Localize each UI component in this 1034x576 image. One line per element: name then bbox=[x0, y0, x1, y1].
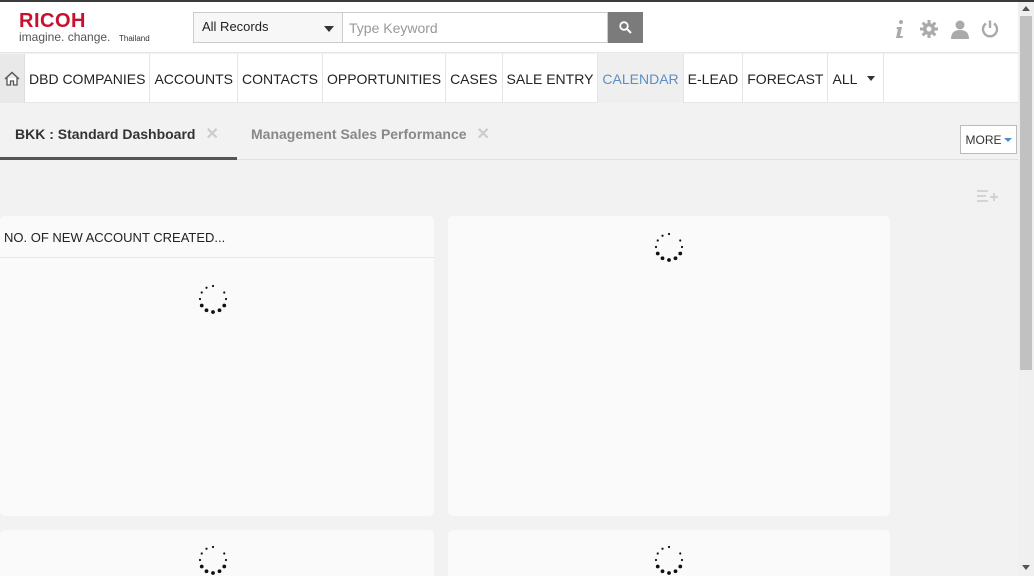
nav-label: DBD COMPANIES bbox=[29, 70, 146, 87]
ricoh-logo[interactable]: RICOH imagine. change. Thailand bbox=[19, 10, 179, 50]
search-icon bbox=[619, 21, 632, 34]
info-icon[interactable] bbox=[889, 18, 911, 40]
logo-region: Thailand bbox=[119, 34, 150, 43]
nav-e-lead[interactable]: E-LEAD bbox=[684, 54, 744, 103]
tab-bkk-standard-dashboard[interactable]: BKK : Standard Dashboard ✕ bbox=[0, 126, 237, 160]
nav-calendar[interactable]: CALENDAR bbox=[598, 54, 684, 103]
logo-tagline: imagine. change. bbox=[19, 30, 111, 44]
nav-label: ACCOUNTS bbox=[154, 70, 233, 87]
dashlet-loading bbox=[0, 530, 434, 576]
dashlet-loading bbox=[448, 216, 890, 516]
nav-all-dropdown[interactable]: ALL bbox=[828, 54, 885, 103]
more-button[interactable]: MORE bbox=[960, 125, 1017, 154]
nav-label: E-LEAD bbox=[687, 70, 739, 87]
nav-sale-entry[interactable]: SALE ENTRY bbox=[503, 54, 599, 103]
loading-spinner-icon bbox=[198, 545, 228, 575]
main-nav: DBD COMPANIES ACCOUNTS CONTACTS OPPORTUN… bbox=[0, 54, 1018, 103]
loading-spinner-icon bbox=[654, 232, 684, 262]
nav-label: CONTACTS bbox=[242, 70, 318, 87]
tab-label: BKK : Standard Dashboard bbox=[15, 126, 196, 142]
nav-opportunities[interactable]: OPPORTUNITIES bbox=[323, 54, 447, 103]
power-icon[interactable] bbox=[979, 18, 1001, 40]
more-label: MORE bbox=[965, 132, 1002, 147]
scroll-down-icon[interactable] bbox=[1022, 565, 1030, 570]
dashboard-tabs: BKK : Standard Dashboard ✕ Management Sa… bbox=[0, 104, 1018, 160]
chevron-down-icon bbox=[1003, 137, 1012, 142]
chevron-down-icon bbox=[867, 76, 876, 81]
home-icon bbox=[4, 71, 20, 86]
search-button[interactable] bbox=[608, 12, 643, 43]
nav-label: SALE ENTRY bbox=[506, 70, 594, 87]
search-scope-select[interactable]: All Records bbox=[193, 12, 343, 43]
add-dashlet-icon[interactable] bbox=[976, 189, 1000, 203]
nav-label: OPPORTUNITIES bbox=[326, 70, 442, 87]
dashlet-loading bbox=[448, 530, 890, 576]
nav-dbd-companies[interactable]: DBD COMPANIES bbox=[25, 54, 151, 103]
nav-contacts[interactable]: CONTACTS bbox=[238, 54, 323, 103]
nav-label: FORECAST bbox=[747, 70, 824, 87]
nav-label: ALL bbox=[832, 70, 858, 87]
close-icon[interactable]: ✕ bbox=[205, 124, 218, 144]
tab-label: Management Sales Performance bbox=[251, 126, 467, 142]
nav-label: CALENDAR bbox=[602, 70, 679, 87]
nav-label: CASES bbox=[450, 70, 498, 87]
search-input[interactable] bbox=[343, 12, 608, 43]
scrollbar-thumb[interactable] bbox=[1020, 16, 1032, 370]
loading-spinner-icon bbox=[198, 284, 228, 314]
search-scope-value: All Records bbox=[202, 19, 269, 34]
user-icon[interactable] bbox=[949, 18, 971, 40]
dashlet-new-accounts: NO. OF NEW ACCOUNT CREATED... bbox=[0, 216, 434, 516]
nav-cases[interactable]: CASES bbox=[446, 54, 503, 103]
tab-management-sales-performance[interactable]: Management Sales Performance ✕ bbox=[251, 126, 490, 160]
nav-forecast[interactable]: FORECAST bbox=[743, 54, 829, 103]
nav-home[interactable] bbox=[0, 54, 25, 103]
gear-icon[interactable] bbox=[918, 18, 940, 40]
header: RICOH imagine. change. Thailand All Reco… bbox=[0, 2, 1018, 53]
vertical-scrollbar[interactable] bbox=[1018, 2, 1034, 576]
scroll-up-icon[interactable] bbox=[1022, 6, 1030, 11]
close-icon[interactable]: ✕ bbox=[477, 124, 490, 144]
dashlet-title: NO. OF NEW ACCOUNT CREATED... bbox=[0, 216, 434, 258]
nav-accounts[interactable]: ACCOUNTS bbox=[150, 54, 238, 103]
chevron-down-icon bbox=[324, 26, 334, 32]
loading-spinner-icon bbox=[654, 545, 684, 575]
